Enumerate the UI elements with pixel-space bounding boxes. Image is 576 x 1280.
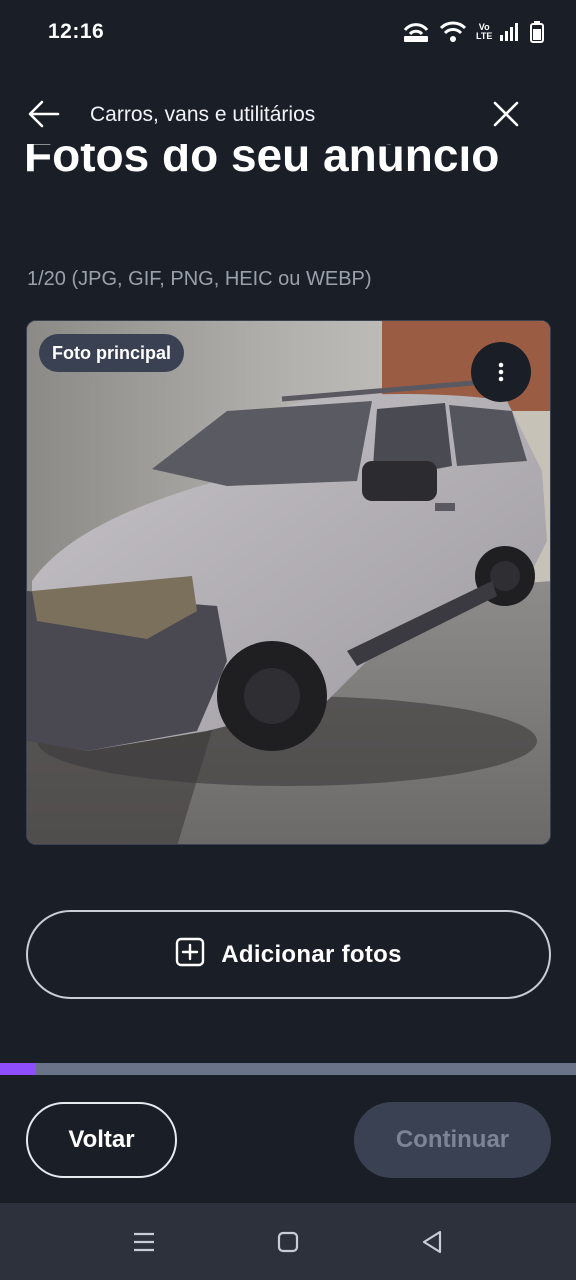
photo-options-button[interactable]	[471, 342, 531, 402]
back-triangle-icon	[421, 1230, 443, 1259]
back-button[interactable]	[24, 98, 64, 134]
plus-square-icon	[175, 937, 205, 972]
status-time: 12:16	[48, 20, 105, 43]
status-icons: Vo LTE	[402, 21, 544, 43]
progress-fill	[0, 1063, 36, 1075]
progress-bar	[0, 1063, 576, 1075]
battery-icon	[530, 21, 544, 43]
nav-home-button[interactable]	[274, 1230, 302, 1258]
home-icon	[277, 1231, 299, 1258]
status-bar: 12:16 Vo LTE	[0, 0, 576, 64]
system-nav-bar	[0, 1203, 576, 1280]
heading-clip: Fotos do seu anúncio	[0, 144, 576, 192]
add-photos-label: Adicionar fotos	[221, 940, 402, 968]
continue-button[interactable]: Continuar	[354, 1102, 551, 1178]
category-title: Carros, vans e utilitários	[90, 103, 316, 126]
close-button[interactable]	[486, 98, 526, 134]
menu-icon	[133, 1232, 155, 1257]
main-photo-badge: Foto principal	[39, 334, 184, 372]
signal-icon	[500, 23, 520, 41]
main-photo-card[interactable]: Foto principal	[26, 320, 551, 845]
nav-recents-button[interactable]	[130, 1230, 158, 1258]
page-title: Fotos do seu anúncio	[24, 144, 500, 181]
hotspot-icon	[402, 21, 430, 43]
arrow-left-icon	[28, 100, 60, 133]
file-info: 1/20 (JPG, GIF, PNG, HEIC ou WEBP)	[27, 268, 372, 290]
wifi-icon	[440, 21, 466, 43]
volte-icon: Vo LTE	[476, 22, 493, 41]
volte-text: Vo LTE	[476, 22, 493, 41]
back-action-button[interactable]: Voltar	[26, 1102, 177, 1178]
nav-back-button[interactable]	[418, 1230, 446, 1258]
add-photos-button[interactable]: Adicionar fotos	[26, 910, 551, 999]
top-app-bar: Carros, vans e utilitários	[0, 88, 576, 144]
close-icon	[492, 100, 520, 133]
more-vertical-icon	[498, 362, 504, 382]
car-photo	[27, 321, 550, 844]
